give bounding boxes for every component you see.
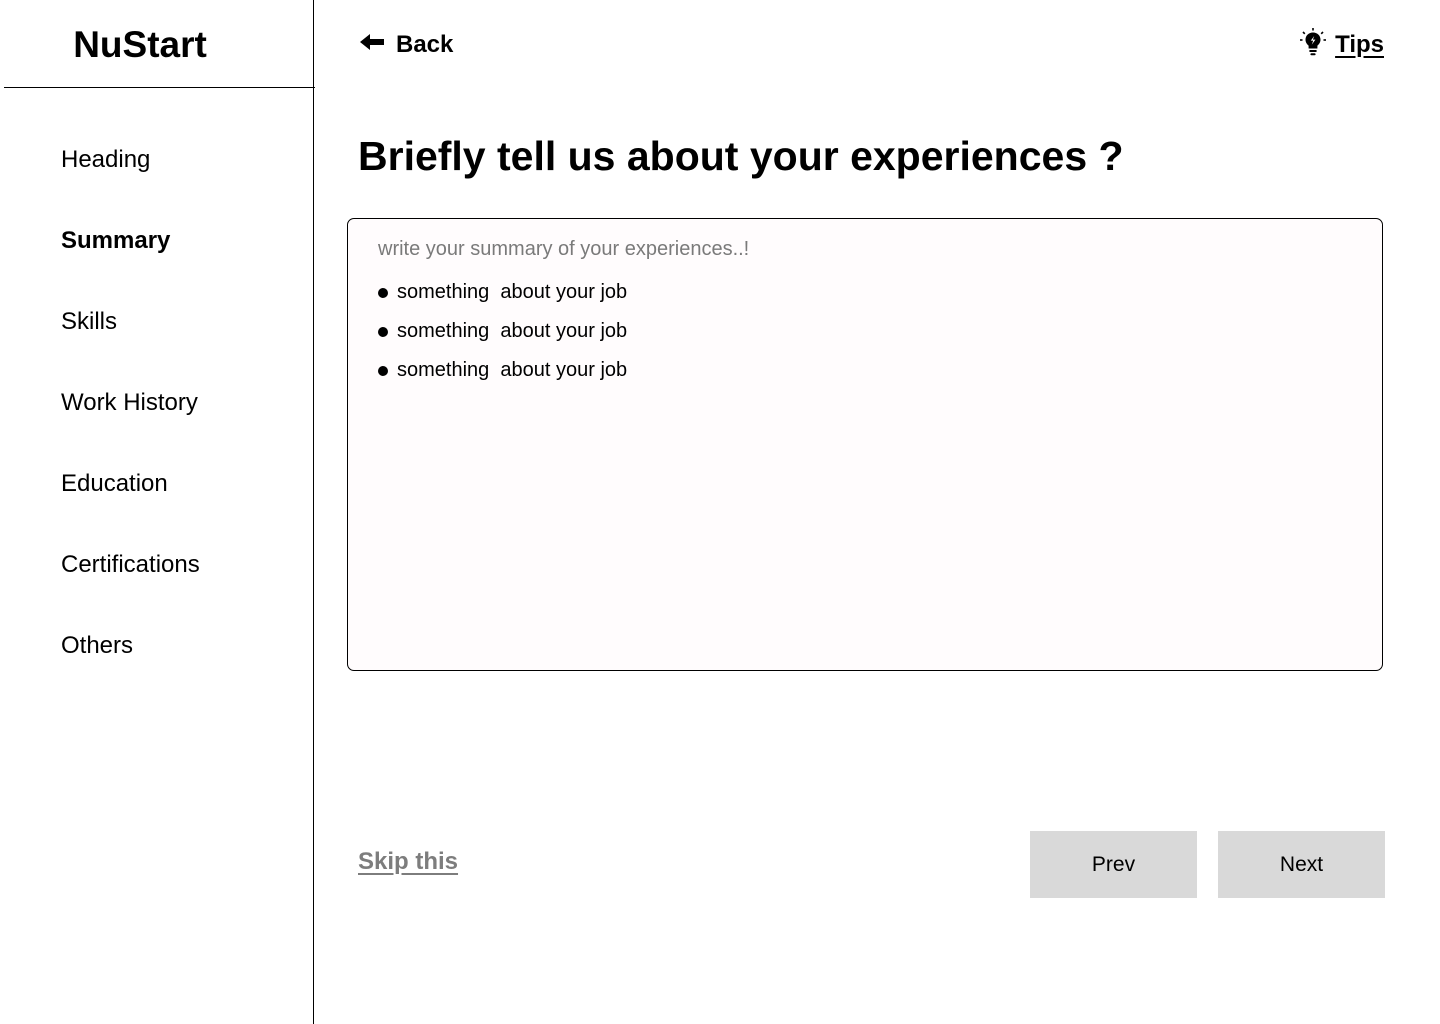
summary-bullet-item[interactable]: something about your job: [378, 351, 1352, 390]
page-title: Briefly tell us about your experiences ?: [358, 133, 1124, 179]
prev-button[interactable]: Prev: [1030, 831, 1197, 898]
bullet-icon: [378, 326, 388, 337]
sidebar: NuStart Heading Summary Skills Work Hist…: [0, 0, 315, 1024]
sidebar-item-summary[interactable]: Summary: [61, 226, 170, 256]
bullet-text: something about your job: [397, 320, 628, 342]
lightbulb-icon: [1299, 27, 1327, 64]
logo-divider: [4, 87, 315, 88]
sidebar-item-education[interactable]: Education: [61, 469, 168, 499]
summary-editor[interactable]: write your summary of your experiences..…: [347, 218, 1383, 671]
back-label: Back: [396, 31, 454, 58]
sidebar-item-certifications[interactable]: Certifications: [61, 550, 200, 580]
summary-bullet-list: something about your job something about…: [378, 273, 1352, 390]
sidebar-item-others[interactable]: Others: [61, 631, 133, 661]
bullet-text: something about your job: [397, 281, 628, 303]
skip-link[interactable]: Skip this: [358, 848, 458, 876]
bullet-text: something about your job: [397, 359, 628, 381]
summary-placeholder: write your summary of your experiences..…: [378, 238, 750, 260]
tips-link[interactable]: Tips: [1299, 27, 1384, 64]
summary-bullet-item[interactable]: something about your job: [378, 312, 1352, 351]
arrow-left-icon: [358, 31, 386, 59]
app-logo: NuStart: [73, 24, 207, 65]
summary-bullet-item[interactable]: something about your job: [378, 273, 1352, 312]
sidebar-item-skills[interactable]: Skills: [61, 307, 117, 337]
next-button[interactable]: Next: [1218, 831, 1385, 898]
sidebar-item-heading[interactable]: Heading: [61, 145, 150, 175]
sidebar-item-work-history[interactable]: Work History: [61, 388, 198, 418]
tips-label: Tips: [1335, 31, 1384, 58]
bullet-icon: [378, 365, 388, 376]
bullet-icon: [378, 287, 388, 298]
back-button[interactable]: Back: [358, 29, 453, 61]
